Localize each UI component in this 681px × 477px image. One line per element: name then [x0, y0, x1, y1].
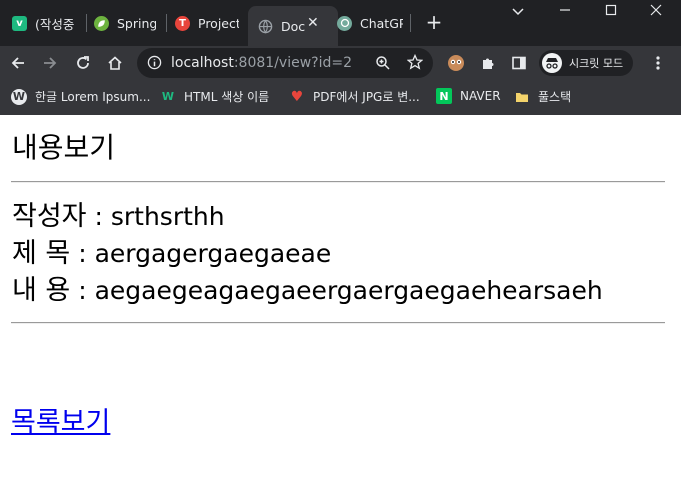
content-value: : aegaegeagaegaeergaergaegaehearsaeh [70, 276, 603, 305]
url-path: :8081/view?id=2 [233, 55, 352, 71]
tab-active[interactable]: Doc [248, 6, 338, 46]
content-label: 내 용 [12, 275, 71, 306]
bookmark-label: 풀스택 [538, 90, 572, 104]
tab-title: Doc [281, 18, 306, 34]
tab-separator [86, 14, 87, 32]
divider [11, 322, 665, 324]
bookmark-star-icon[interactable] [406, 53, 424, 74]
url-host: localhost [171, 55, 234, 71]
reload-icon[interactable] [72, 52, 94, 74]
w-icon: W [161, 90, 175, 103]
tab-strip: v (작성중 Spring T Project Doc ✕ ChatGP + [0, 0, 681, 46]
bookmark-html-colors[interactable]: W HTML 색상 이름 [160, 88, 269, 105]
zoom-icon[interactable] [375, 55, 391, 75]
author-row: 작성자 : srthsrthh [12, 199, 225, 235]
tab-3[interactable]: T Project [175, 8, 239, 38]
url-text: localhost:8081/view?id=2 [171, 55, 352, 71]
bookmarks-bar: W 한글 Lorem Ipsum... W HTML 색상 이름 ♥ PDF에서… [0, 80, 681, 115]
tab-2[interactable]: Spring [94, 8, 156, 38]
minimize-icon[interactable] [545, 4, 585, 20]
bookmark-label: 한글 Lorem Ipsum... [35, 90, 151, 104]
close-window-icon[interactable] [636, 4, 676, 20]
tab-title: (작성중 [35, 16, 75, 32]
new-tab-button[interactable]: + [423, 11, 445, 33]
page-content: 내용보기 작성자 : srthsrthh 제 목 : aergagergaega… [0, 115, 681, 477]
close-tab-icon[interactable]: ✕ [307, 15, 319, 31]
chatgpt-icon [337, 15, 352, 31]
extension-avatar-icon[interactable] [445, 52, 467, 74]
tab-separator [410, 14, 411, 32]
naver-icon: N [436, 88, 452, 104]
bookmark-lorem[interactable]: W 한글 Lorem Ipsum... [11, 88, 150, 105]
content-row: 내 용 : aegaegeagaegaeergaergaegaehearsaeh [12, 273, 603, 309]
project-icon: T [175, 15, 190, 31]
globe-icon [258, 19, 273, 34]
maximize-icon[interactable] [591, 4, 631, 20]
side-panel-icon[interactable] [508, 52, 530, 74]
tab-title: Project [198, 15, 239, 31]
incognito-badge[interactable]: 시크릿 모드 [539, 50, 634, 76]
toolbar: localhost:8081/view?id=2 시크릿 모드 [0, 46, 681, 80]
title-label: 제 목 [12, 238, 71, 269]
bookmark-naver[interactable]: N NAVER [436, 88, 501, 104]
heart-icon: ♥ [290, 88, 304, 105]
tab-1[interactable]: v (작성중 [12, 8, 80, 38]
home-icon[interactable] [104, 52, 126, 74]
title-value: : aergagergaegaeae [70, 239, 332, 268]
tab-search-chevron-icon[interactable] [498, 4, 538, 20]
bookmark-label: NAVER [460, 89, 501, 103]
tab-title: ChatGP [360, 15, 403, 31]
address-bar[interactable]: localhost:8081/view?id=2 [137, 48, 433, 78]
extensions-puzzle-icon[interactable] [477, 52, 499, 74]
back-icon[interactable] [7, 52, 29, 74]
bookmark-fullstack[interactable]: 풀스택 [514, 88, 571, 105]
incognito-icon [542, 53, 562, 73]
page-title: 내용보기 [12, 131, 116, 164]
tab-title: Spring [117, 15, 156, 31]
tab-separator [166, 14, 167, 32]
info-icon[interactable] [147, 55, 162, 74]
incognito-label: 시크릿 모드 [569, 57, 624, 70]
folder-icon [514, 89, 530, 105]
wordpress-icon: W [11, 88, 27, 105]
more-menu-icon[interactable] [647, 52, 669, 74]
spring-leaf-icon [94, 15, 109, 31]
list-view-link[interactable]: 목록보기 [11, 405, 110, 441]
tab-5[interactable]: ChatGP [337, 8, 403, 38]
bookmark-pdf-jpg[interactable]: ♥ PDF에서 JPG로 변... [289, 88, 420, 105]
title-row: 제 목 : aergagergaegaeae [12, 236, 331, 272]
author-label: 작성자 [12, 201, 87, 232]
divider [11, 181, 665, 183]
forward-icon[interactable] [39, 52, 61, 74]
bookmark-label: HTML 색상 이름 [184, 90, 270, 104]
browser-chrome: v (작성중 Spring T Project Doc ✕ ChatGP + l… [0, 0, 681, 115]
author-value: : srthsrthh [86, 202, 225, 231]
v-icon: v [12, 15, 27, 31]
bookmark-label: PDF에서 JPG로 변... [313, 90, 420, 104]
